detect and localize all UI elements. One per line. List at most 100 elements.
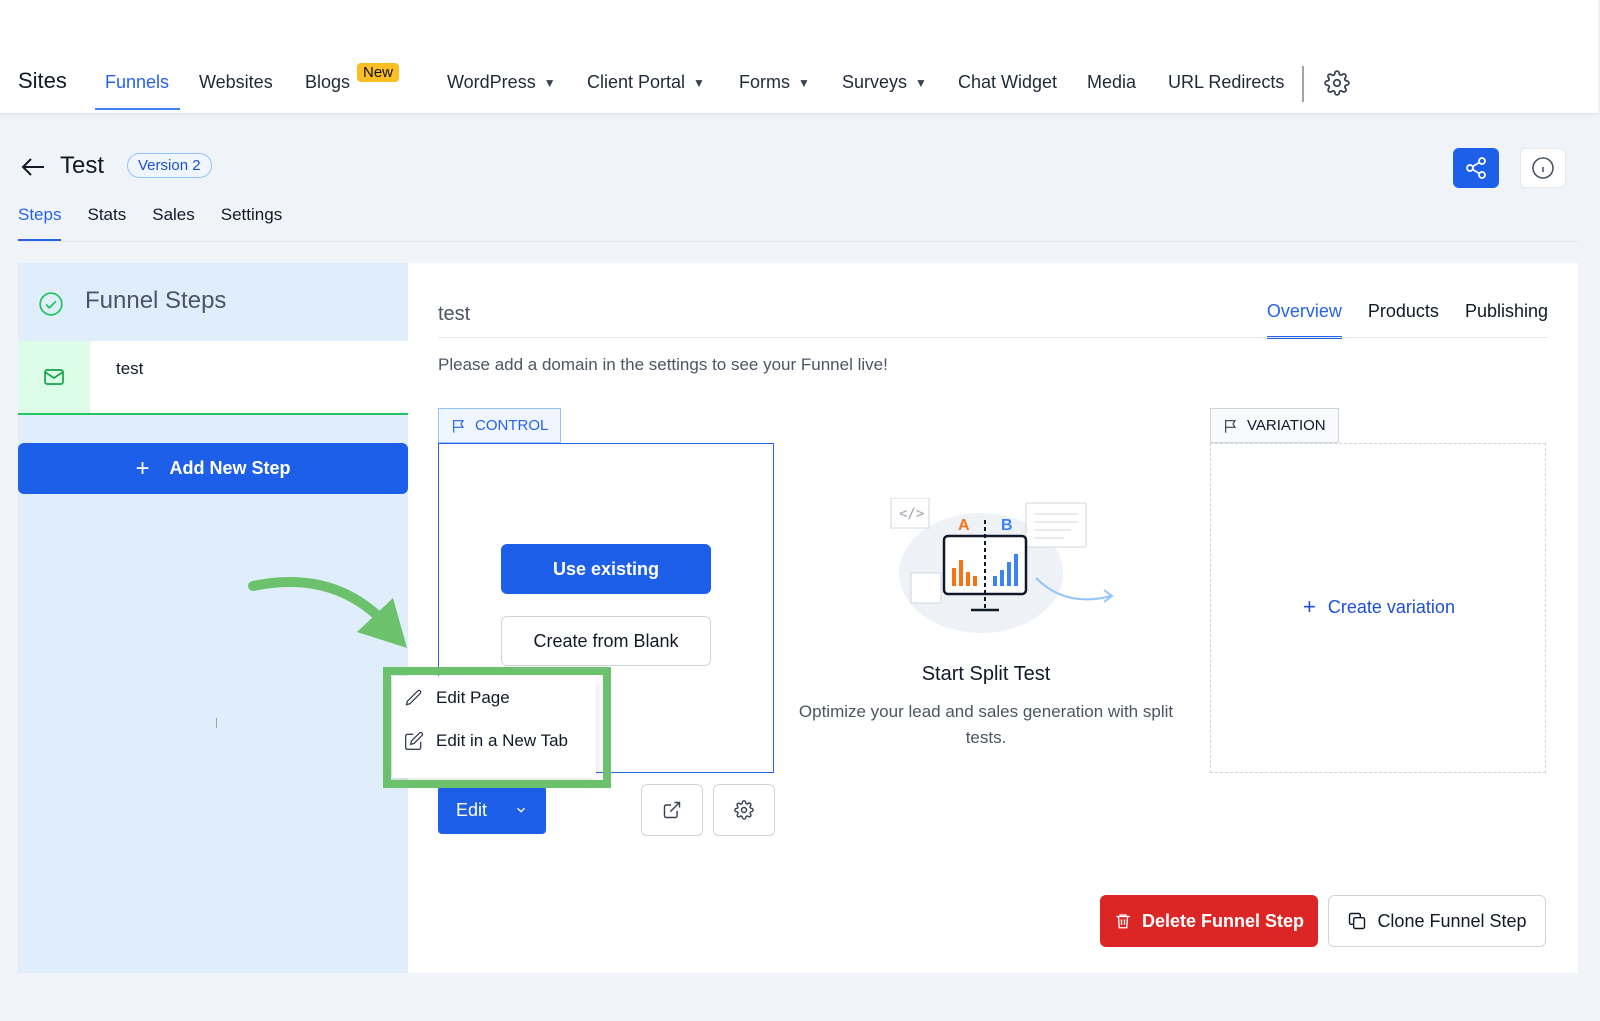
open-external-button[interactable] [641, 784, 703, 836]
nav-forms[interactable]: Forms ▼ [739, 72, 810, 93]
annotation-arrow-icon [248, 577, 407, 648]
clone-label: Clone Funnel Step [1377, 910, 1527, 931]
nav-label: Forms [739, 72, 790, 92]
tab-stats[interactable]: Stats [87, 205, 126, 241]
edit-button[interactable]: Edit [438, 786, 546, 834]
nav-surveys[interactable]: Surveys ▼ [842, 72, 927, 93]
share-button[interactable] [1453, 148, 1499, 188]
add-new-step-button[interactable]: + Add New Step [18, 443, 408, 494]
panel-resize-handle [216, 718, 217, 728]
variation-tag: VARIATION [1210, 408, 1339, 443]
page-title: Test [60, 152, 105, 179]
clone-funnel-step-button[interactable]: Clone Funnel Step [1328, 895, 1546, 947]
back-arrow-icon[interactable] [20, 156, 46, 178]
tab-overview[interactable]: Overview [1266, 301, 1342, 339]
nav-websites[interactable]: Websites [199, 72, 273, 93]
step-tabs: Overview Products Publishing [1266, 301, 1548, 339]
chevron-down-icon: ▼ [543, 75, 556, 90]
variant-b-letter: B [1001, 517, 1013, 534]
top-nav: Sites Funnels Websites Blogs New WordPre… [0, 0, 1598, 114]
flag-icon [1225, 419, 1237, 433]
menu-edit-new-tab-label: Edit in a New Tab [436, 731, 568, 750]
nav-label: Blogs [305, 72, 351, 92]
subtabs: Steps Stats Sales Settings [18, 205, 282, 241]
page-settings-button[interactable] [713, 784, 775, 836]
svg-text:</>: </> [899, 506, 924, 522]
tab-steps[interactable]: Steps [18, 205, 62, 241]
nav-client-portal[interactable]: Client Portal ▼ [587, 72, 705, 93]
nav-media[interactable]: Media [1087, 72, 1136, 93]
nav-funnels[interactable]: Funnels [105, 72, 169, 93]
new-badge: New [357, 63, 400, 82]
nav-label: Surveys [842, 72, 908, 92]
tab-settings[interactable]: Settings [221, 205, 282, 241]
variation-page-box: + Create variation [1210, 443, 1546, 773]
menu-edit-new-tab[interactable]: Edit in a New Tab [404, 731, 568, 751]
nav-divider [1302, 66, 1304, 102]
plus-icon: + [1303, 594, 1316, 619]
tab-publishing[interactable]: Publishing [1465, 301, 1548, 339]
nav-label: Media [1087, 72, 1137, 92]
chevron-down-icon: ▼ [915, 75, 927, 90]
step-name: test [116, 359, 144, 378]
split-test-description: Optimize your lead and sales generation … [798, 702, 1174, 748]
menu-edit-page-label: Edit Page [436, 688, 510, 707]
menu-edit-page[interactable]: Edit Page [404, 688, 510, 708]
pencil-icon [405, 689, 422, 706]
nav-label: Websites [199, 72, 273, 92]
flag-icon [453, 419, 465, 433]
chevron-down-icon [517, 807, 525, 813]
tab-sales[interactable]: Sales [152, 205, 195, 241]
create-variation-label: Create variation [1327, 596, 1455, 617]
variant-a-letter: A [958, 517, 970, 534]
nav-wordpress[interactable]: WordPress ▼ [447, 72, 556, 93]
nav-active-indicator [95, 108, 180, 110]
check-circle-icon [39, 292, 63, 316]
edit-dropdown-menu: Edit Page Edit in a New Tab [392, 676, 596, 778]
nav-blogs[interactable]: Blogs [305, 72, 350, 93]
nav-label: WordPress [447, 72, 536, 92]
split-test-title: Start Split Test [921, 663, 1051, 685]
external-link-icon [663, 801, 681, 819]
brand-title: Sites [18, 68, 67, 93]
delete-funnel-step-button[interactable]: Delete Funnel Step [1100, 895, 1318, 947]
tab-products[interactable]: Products [1368, 301, 1439, 339]
gear-icon [734, 800, 754, 820]
nav-chat-widget[interactable]: Chat Widget [958, 72, 1057, 93]
variation-label: VARIATION [1247, 417, 1326, 434]
edit-label: Edit [456, 799, 488, 820]
funnel-step-item[interactable]: test [18, 341, 408, 415]
funnel-steps-title: Funnel Steps [85, 287, 227, 314]
step-icon-container [18, 341, 90, 413]
plus-icon: + [135, 454, 150, 482]
nav-label: Chat Widget [958, 72, 1058, 92]
control-label: CONTROL [475, 417, 549, 434]
nav-label: Client Portal [587, 72, 686, 92]
version-badge[interactable]: Version 2 [127, 153, 212, 178]
delete-label: Delete Funnel Step [1141, 910, 1305, 931]
chevron-down-icon: ▼ [798, 75, 810, 90]
create-from-blank-button[interactable]: Create from Blank [501, 616, 711, 666]
control-tag: CONTROL [438, 408, 562, 443]
subtabs-divider [18, 241, 1578, 242]
step-tabs-divider [438, 337, 1548, 338]
domain-notice: Please add a domain in the settings to s… [438, 355, 888, 374]
chevron-down-icon: ▼ [693, 75, 705, 90]
trash-icon [1116, 914, 1130, 929]
nav-url-redirects[interactable]: URL Redirects [1168, 72, 1284, 93]
share-icon [1466, 157, 1486, 179]
gear-icon[interactable] [1324, 70, 1350, 96]
info-icon [1532, 157, 1554, 179]
create-variation-link[interactable]: + Create variation [1211, 594, 1547, 620]
step-detail-panel: test Overview Products Publishing Please… [408, 263, 1578, 973]
edit-square-icon [405, 731, 424, 750]
copy-icon [1349, 912, 1366, 930]
nav-label: Funnels [105, 72, 170, 92]
split-test-illustration: </> A B [890, 498, 1114, 633]
mail-icon [44, 369, 64, 385]
use-existing-button[interactable]: Use existing [501, 544, 711, 594]
add-new-step-label: Add New Step [169, 458, 291, 478]
nav-label: URL Redirects [1168, 72, 1285, 92]
step-heading: test [438, 303, 471, 325]
info-button[interactable] [1520, 148, 1566, 188]
